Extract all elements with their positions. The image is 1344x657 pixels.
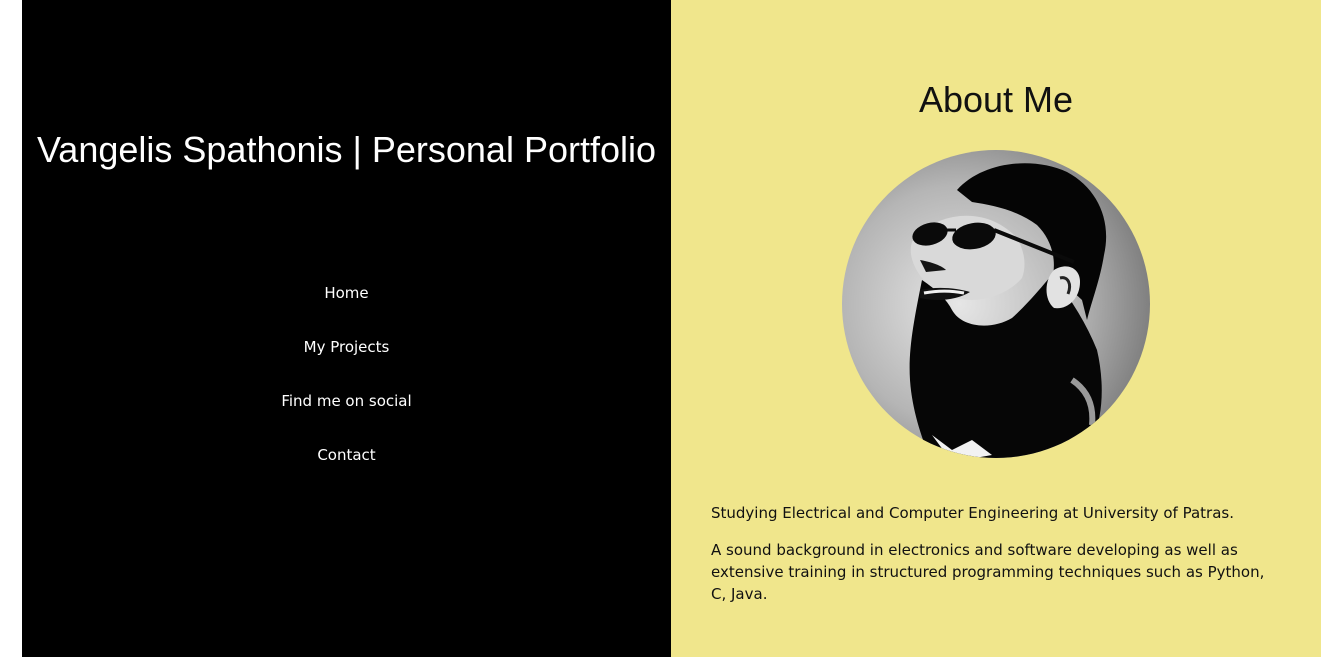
page: Vangelis Spathonis | Personal Portfolio … [22, 0, 1321, 657]
site-title: Vangelis Spathonis | Personal Portfolio [36, 129, 657, 170]
about-panel: About Me Studying Electrical and Compute… [671, 0, 1321, 657]
profile-photo [842, 150, 1150, 458]
about-title: About Me [918, 79, 1074, 120]
nav-link-find-me-on-social[interactable]: Find me on social [281, 388, 411, 415]
nav-link-my-projects[interactable]: My Projects [304, 334, 390, 361]
bio-paragraph: Studying Electrical and Computer Enginee… [711, 504, 1234, 522]
profile-photo-image [842, 150, 1150, 458]
main-nav: Home My Projects Find me on social Conta… [22, 280, 671, 496]
left-panel: Vangelis Spathonis | Personal Portfolio … [22, 0, 671, 657]
nav-item-my-projects: My Projects [22, 334, 671, 388]
about-bio: Studying Electrical and Computer Enginee… [711, 502, 1281, 620]
nav-item-contact: Contact [22, 442, 671, 496]
bio-paragraph: A sound background in electronics and so… [711, 541, 1265, 603]
nav-item-find-me-on-social: Find me on social [22, 388, 671, 442]
nav-link-home[interactable]: Home [324, 280, 368, 307]
nav-link-contact[interactable]: Contact [317, 442, 375, 469]
nav-item-home: Home [22, 280, 671, 334]
